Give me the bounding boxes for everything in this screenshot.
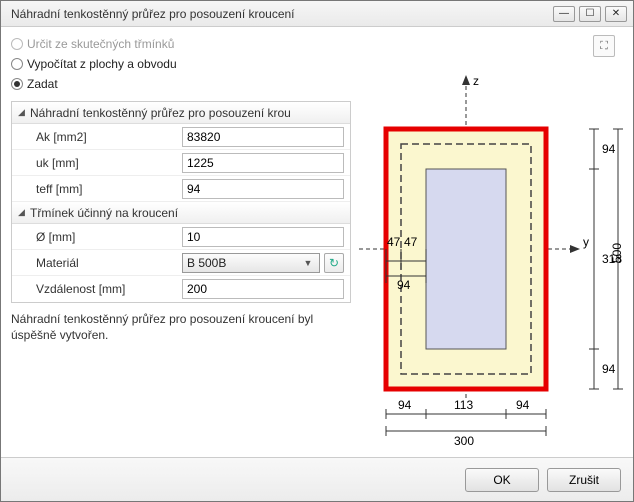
minimize-button[interactable]: — — [553, 6, 575, 22]
radio-icon — [11, 58, 23, 70]
collapse-icon: ◢ — [18, 207, 30, 218]
input-ak[interactable] — [182, 127, 344, 147]
row-material: Materiál B 500B ▼ ↻ — [12, 250, 350, 276]
radio-label: Určit ze skutečných třmínků — [27, 37, 174, 51]
collapse-icon: ◢ — [18, 107, 30, 118]
input-teff[interactable] — [182, 179, 344, 199]
input-diameter[interactable] — [182, 227, 344, 247]
row-uk: uk [mm] — [12, 150, 350, 176]
label-distance: Vzdálenost [mm] — [12, 282, 182, 296]
dim-113: 113 — [454, 398, 473, 412]
radio-icon — [11, 38, 23, 50]
dim-94-left: 94 — [398, 398, 412, 412]
content-area: Určit ze skutečných třmínků Vypočítat z … — [1, 27, 633, 457]
window-title: Náhradní tenkostěnný průřez pro posouzen… — [11, 7, 549, 21]
radio-from-stirrups: Určit ze skutečných třmínků — [11, 35, 351, 53]
dim-94-right: 94 — [516, 398, 530, 412]
section-diagram: z y 47 47 — [351, 69, 623, 457]
radio-icon — [11, 78, 23, 90]
left-panel: Určit ze skutečných třmínků Vypočítat z … — [11, 35, 351, 457]
axis-y-label: y — [583, 235, 589, 249]
row-distance: Vzdálenost [mm] — [12, 276, 350, 302]
group-header-label: Třmínek účinný na kroucení — [30, 206, 178, 220]
dialog-window: Náhradní tenkostěnný průřez pro posouzen… — [0, 0, 634, 502]
row-diameter: Ø [mm] — [12, 224, 350, 250]
label-uk: uk [mm] — [12, 156, 182, 170]
input-uk[interactable] — [182, 153, 344, 173]
ok-button[interactable]: OK — [465, 468, 539, 492]
dim-47a: 47 — [387, 235, 401, 249]
dim-94-side: 94 — [397, 278, 411, 292]
group-header-label: Náhradní tenkostěnný průřez pro posouzen… — [30, 106, 291, 120]
axis-z-label: z — [473, 74, 479, 88]
zoom-fit-button[interactable]: ⛶ — [593, 35, 615, 57]
titlebar: Náhradní tenkostěnný průřez pro posouzen… — [1, 1, 633, 27]
radio-compute[interactable]: Vypočítat z plochy a obvodu — [11, 55, 351, 73]
maximize-button[interactable]: ☐ — [579, 6, 601, 22]
dim-500: 500 — [610, 243, 624, 263]
dim-94-top: 94 — [602, 142, 616, 156]
radio-enter[interactable]: Zadat — [11, 75, 351, 93]
label-diameter: Ø [mm] — [12, 230, 182, 244]
dim-300: 300 — [454, 434, 474, 448]
radio-label: Vypočítat z plochy a obvodu — [27, 57, 177, 71]
cancel-button[interactable]: Zrušit — [547, 468, 621, 492]
right-panel: ⛶ z y — [351, 35, 623, 457]
property-grid: ◢ Náhradní tenkostěnný průřez pro posouz… — [11, 101, 351, 303]
dim-94-bottom: 94 — [602, 362, 616, 376]
label-teff: teff [mm] — [12, 182, 182, 196]
dialog-footer: OK Zrušit — [1, 457, 633, 501]
close-button[interactable]: ✕ — [605, 6, 627, 22]
radio-label: Zadat — [27, 77, 58, 91]
combo-text: B 500B — [187, 256, 301, 270]
dim-47b: 47 — [404, 235, 418, 249]
input-distance[interactable] — [182, 279, 344, 299]
status-message: Náhradní tenkostěnný průřez pro posouzen… — [11, 311, 351, 343]
label-ak: Ak [mm2] — [12, 130, 182, 144]
label-material: Materiál — [12, 256, 182, 270]
row-teff: teff [mm] — [12, 176, 350, 202]
refresh-button[interactable]: ↻ — [324, 253, 344, 273]
combo-material[interactable]: B 500B ▼ — [182, 253, 320, 273]
row-ak: Ak [mm2] — [12, 124, 350, 150]
group-header-section[interactable]: ◢ Náhradní tenkostěnný průřez pro posouz… — [12, 102, 350, 124]
chevron-down-icon: ▼ — [301, 258, 315, 268]
group-header-stirrup[interactable]: ◢ Třmínek účinný na kroucení — [12, 202, 350, 224]
